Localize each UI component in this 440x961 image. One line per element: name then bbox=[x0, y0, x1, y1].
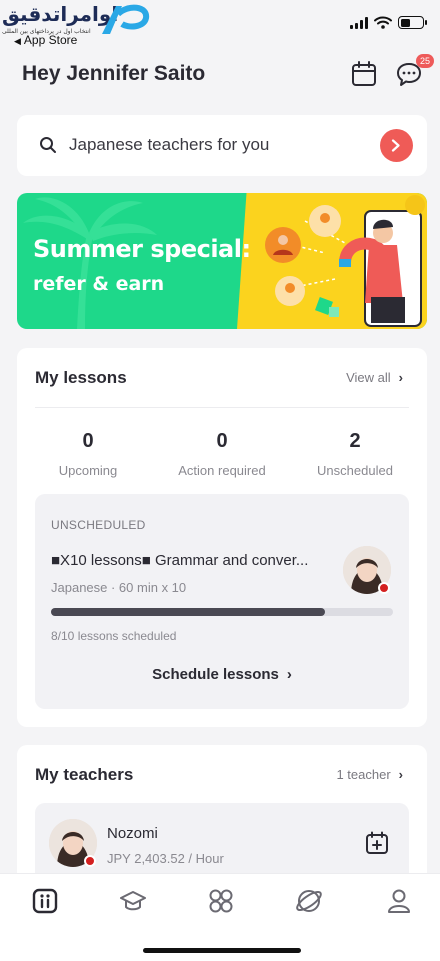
stat-unscheduled[interactable]: 2 Unscheduled bbox=[290, 430, 420, 478]
course-meta: Japanese · 60 min x 10 bbox=[51, 580, 187, 595]
stat-action-required-value: 0 bbox=[216, 430, 228, 452]
lessons-progress-bar bbox=[51, 608, 393, 616]
apps-icon[interactable] bbox=[206, 886, 236, 916]
unscheduled-heading: UNSCHEDULED bbox=[51, 518, 146, 532]
schedule-lessons-label: Schedule lessons bbox=[152, 666, 279, 683]
unscheduled-lesson-card[interactable]: UNSCHEDULED ■X10 lessons■ Grammar and co… bbox=[35, 494, 409, 709]
home-icon[interactable] bbox=[30, 886, 60, 916]
stat-upcoming-label: Upcoming bbox=[58, 463, 118, 478]
teacher-search-bar[interactable]: Japanese teachers for you bbox=[17, 115, 427, 176]
my-teachers-card: My teachers 1 teacher › Nozomi JPY 2,403.… bbox=[17, 745, 427, 885]
search-placeholder: Japanese teachers for you bbox=[69, 135, 270, 154]
stat-unscheduled-label: Unscheduled bbox=[317, 463, 393, 478]
chat-unread-badge: 25 bbox=[416, 54, 434, 68]
search-go-button[interactable] bbox=[380, 129, 413, 162]
back-app-label: App Store bbox=[23, 33, 78, 47]
course-title: ■X10 lessons■ Grammar and conver... bbox=[51, 552, 309, 569]
banner-subtitle: refer & earn bbox=[33, 273, 165, 295]
my-lessons-card: My lessons View all › 0 Upcoming 0 Action… bbox=[17, 348, 427, 727]
progress-label: 8/10 lessons scheduled bbox=[51, 629, 177, 643]
calendar-plus-icon[interactable] bbox=[365, 831, 389, 855]
wifi-icon bbox=[374, 16, 392, 29]
profile-icon[interactable] bbox=[384, 886, 414, 916]
home-indicator bbox=[143, 948, 301, 953]
schedule-lessons-button[interactable]: Schedule lessons › bbox=[35, 666, 409, 683]
promo-banner[interactable]: Summer special: refer & earn bbox=[17, 193, 427, 329]
stat-unscheduled-value: 2 bbox=[349, 430, 361, 452]
search-icon bbox=[40, 137, 56, 153]
lessons-progress-fill bbox=[51, 608, 325, 616]
greeting-title: Hey Jennifer Saito bbox=[22, 62, 206, 85]
teacher-count-label: 1 teacher bbox=[336, 767, 391, 782]
chevron-right-icon: › bbox=[398, 767, 403, 782]
my-lessons-title: My lessons bbox=[35, 368, 127, 387]
status-bar: اوامراتدقیق انتخاب اول در پرداختهای بین … bbox=[0, 0, 440, 52]
battery-icon bbox=[398, 16, 427, 29]
calendar-icon[interactable] bbox=[350, 60, 378, 88]
chevron-right-icon: › bbox=[398, 370, 403, 385]
cellular-signal-icon bbox=[350, 16, 368, 29]
watermark-logo-icon bbox=[102, 4, 150, 34]
chevron-right-icon bbox=[391, 139, 400, 152]
back-arrow-icon: ◀ bbox=[14, 36, 21, 46]
view-all-label: View all bbox=[346, 370, 391, 385]
stat-action-required-label: Action required bbox=[178, 463, 266, 478]
stat-upcoming[interactable]: 0 Upcoming bbox=[23, 430, 153, 478]
teacher-name: Nozomi bbox=[107, 825, 158, 842]
online-status-dot bbox=[84, 855, 96, 867]
refer-illustration bbox=[265, 195, 425, 327]
stat-upcoming-value: 0 bbox=[82, 430, 94, 452]
teacher-count-link[interactable]: 1 teacher › bbox=[336, 767, 403, 782]
teacher-price: JPY 2,403.52 / Hour bbox=[107, 851, 224, 866]
online-status-dot bbox=[378, 582, 390, 594]
system-indicators bbox=[350, 16, 427, 29]
section-divider bbox=[35, 407, 409, 408]
lessons-icon[interactable] bbox=[118, 886, 148, 916]
view-all-lessons-link[interactable]: View all › bbox=[346, 370, 403, 385]
stat-action-required[interactable]: 0 Action required bbox=[157, 430, 287, 478]
banner-title: Summer special: bbox=[33, 235, 251, 263]
chevron-right-icon: › bbox=[286, 666, 292, 683]
community-icon[interactable] bbox=[294, 886, 324, 916]
back-to-app-store[interactable]: ◀ App Store bbox=[14, 33, 77, 47]
my-teachers-title: My teachers bbox=[35, 765, 134, 784]
